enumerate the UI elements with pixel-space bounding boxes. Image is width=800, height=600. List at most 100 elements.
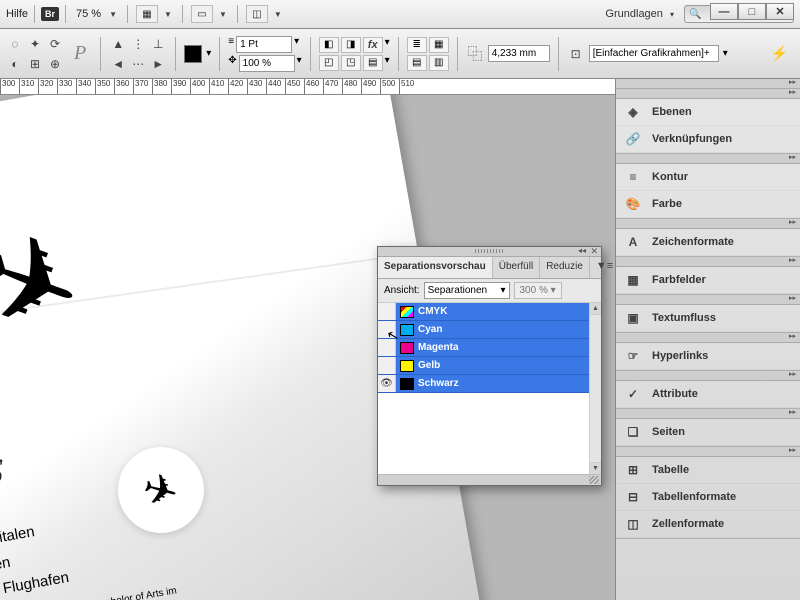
screen-mode-button[interactable]: ▭ <box>191 5 213 23</box>
wrap-icon[interactable]: ▤ <box>407 55 427 71</box>
fill-swatch[interactable] <box>184 45 202 63</box>
ink-row[interactable]: Gelb <box>378 357 589 375</box>
dropdown-icon[interactable]: ▾ <box>385 37 390 53</box>
maximize-button[interactable]: □ <box>738 3 766 20</box>
close-button[interactable]: ✕ <box>766 3 794 20</box>
group-collapse[interactable] <box>616 89 800 99</box>
separations-panel[interactable]: ◂◂ ✕ Separationsvorschau Überfüll Reduzie… <box>377 246 602 486</box>
group-collapse[interactable] <box>616 371 800 381</box>
panel-item-textumfluss[interactable]: ▣Textumfluss <box>616 305 800 332</box>
tool-icon[interactable]: ◌ <box>6 35 24 53</box>
align-icon[interactable]: ◄ <box>109 55 127 73</box>
dropdown-icon[interactable]: ▾ <box>206 48 211 59</box>
align-icon[interactable]: ► <box>149 55 167 73</box>
gpu-icon[interactable]: ⚡ <box>771 45 788 62</box>
scrollbar[interactable]: ▲▼ <box>589 303 601 474</box>
workspace-preset[interactable]: Grundlagen ▾ <box>605 8 678 20</box>
tool-icon[interactable]: ⟳ <box>46 35 64 53</box>
group-collapse[interactable] <box>616 219 800 229</box>
wrap-icon[interactable]: ▥ <box>429 55 449 71</box>
crop-icon[interactable]: ⿻ <box>466 45 484 63</box>
panel-item-tabelle[interactable]: ⊞Tabelle <box>616 457 800 484</box>
tool-icon[interactable]: ⊞ <box>26 55 44 73</box>
scroll-down-icon[interactable]: ▼ <box>590 462 601 474</box>
dropdown-icon[interactable]: ▼ <box>164 10 172 19</box>
visibility-toggle[interactable] <box>378 321 396 338</box>
dropdown-icon[interactable]: ▾ <box>294 36 299 53</box>
minimize-button[interactable]: — <box>710 3 738 20</box>
window-controls: — □ ✕ <box>710 3 794 20</box>
wrap-icon[interactable]: ≣ <box>407 37 427 53</box>
ink-row[interactable]: Magenta <box>378 339 589 357</box>
dropdown-icon[interactable]: ▼ <box>274 10 282 19</box>
tool-icon[interactable]: ✦ <box>26 35 44 53</box>
bridge-button[interactable]: Br <box>41 7 59 21</box>
panel-menu-icon[interactable]: ▼≡ <box>590 257 619 278</box>
menu-help[interactable]: Hilfe <box>6 8 28 20</box>
tab-flatten[interactable]: Reduzie <box>540 257 590 278</box>
opacity-button[interactable]: ▤ <box>363 55 383 71</box>
panel-item-ebenen[interactable]: ◈Ebenen <box>616 99 800 126</box>
dropdown-icon[interactable]: ▾ <box>385 55 390 71</box>
ink-row[interactable]: Cyan <box>378 321 589 339</box>
ruler-tick: 480 <box>342 79 361 94</box>
panel-item-kontur[interactable]: ≡Kontur <box>616 164 800 191</box>
arrange-button[interactable]: ◫ <box>246 5 268 23</box>
ruler-tick: 450 <box>285 79 304 94</box>
distribute-icon[interactable]: ⋮ <box>129 35 147 53</box>
scroll-up-icon[interactable]: ▲ <box>590 303 601 315</box>
group-collapse[interactable] <box>616 257 800 267</box>
group-collapse[interactable] <box>616 154 800 164</box>
panel-item-verknüpfungen[interactable]: 🔗Verknüpfungen <box>616 126 800 153</box>
visibility-toggle[interactable] <box>378 339 396 356</box>
visibility-toggle[interactable]: 👁 <box>378 375 396 392</box>
wrap-icon[interactable]: ▦ <box>429 37 449 53</box>
corner-icon[interactable]: ◰ <box>319 55 339 71</box>
visibility-toggle[interactable] <box>378 303 396 320</box>
group-collapse[interactable] <box>616 333 800 343</box>
view-options-button[interactable]: ▦ <box>136 5 158 23</box>
view-select[interactable]: Separationen▾ <box>424 282 510 299</box>
distribute-icon[interactable]: ⋯ <box>129 55 147 73</box>
close-icon[interactable]: ✕ <box>590 246 598 257</box>
corner-icon[interactable]: ◧ <box>319 37 339 53</box>
dropdown-icon[interactable]: ▼ <box>219 10 227 19</box>
panel-item-tabellenformate[interactable]: ⊟Tabellenformate <box>616 484 800 511</box>
horizontal-ruler[interactable]: 3003103203303403503603703803904004104204… <box>0 79 615 95</box>
group-collapse[interactable] <box>616 295 800 305</box>
panel-item-attribute[interactable]: ✓Attribute <box>616 381 800 408</box>
spread-size-field[interactable]: 4,233 mm <box>488 45 550 62</box>
resize-grip[interactable] <box>589 476 599 484</box>
group-collapse[interactable] <box>616 447 800 457</box>
dock-collapse-handle[interactable] <box>616 79 800 89</box>
corner-icon[interactable]: ◳ <box>341 55 361 71</box>
ink-row[interactable]: CMYK <box>378 303 589 321</box>
stroke-weight-field[interactable]: 1 Pt <box>236 36 292 53</box>
panel-item-farbe[interactable]: 🎨Farbe <box>616 191 800 218</box>
panel-item-farbfelder[interactable]: ▦Farbfelder <box>616 267 800 294</box>
tool-icon[interactable]: ◐ <box>6 55 24 73</box>
visibility-toggle[interactable] <box>378 357 396 374</box>
panel-item-zeichenformate[interactable]: AZeichenformate <box>616 229 800 256</box>
panel-titlebar[interactable]: ◂◂ ✕ <box>378 247 601 257</box>
panel-item-seiten[interactable]: ❏Seiten <box>616 419 800 446</box>
dropdown-icon[interactable]: ▾ <box>723 48 728 59</box>
align-icon[interactable]: ⊥ <box>149 35 167 53</box>
tab-trap[interactable]: Überfüll <box>493 257 540 278</box>
collapse-icon[interactable]: ◂◂ <box>578 246 586 255</box>
scale-field[interactable]: 100 % <box>239 55 295 72</box>
ink-row[interactable]: 👁Schwarz <box>378 375 589 393</box>
panel-item-zellenformate[interactable]: ◫Zellenformate <box>616 511 800 538</box>
tab-separations[interactable]: Separationsvorschau <box>378 257 493 278</box>
group-collapse[interactable] <box>616 409 800 419</box>
corner-icon[interactable]: ◨ <box>341 37 361 53</box>
dropdown-icon[interactable]: ▾ <box>297 55 302 72</box>
panel-item-hyperlinks[interactable]: ☞Hyperlinks <box>616 343 800 370</box>
align-icon[interactable]: ▲ <box>109 35 127 53</box>
object-style-field[interactable]: [Einfacher Grafikrahmen]+ <box>589 45 719 62</box>
ink-limit-field[interactable]: 300 % ▾ <box>514 282 562 299</box>
fx-button[interactable]: fx <box>363 37 383 53</box>
tool-icon[interactable]: ⊕ <box>46 55 64 73</box>
zoom-dropdown-icon[interactable]: ▼ <box>109 10 117 19</box>
zoom-value[interactable]: 75 % <box>76 8 101 20</box>
